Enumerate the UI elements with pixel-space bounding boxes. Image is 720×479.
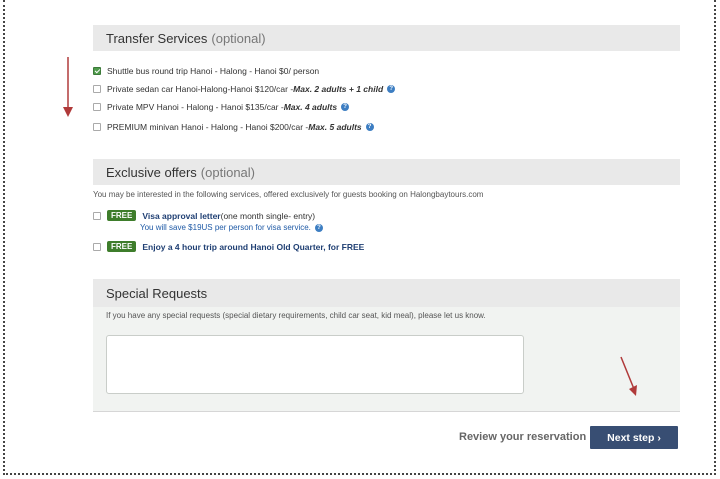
checkbox-premium[interactable] [93,123,101,131]
transfer-option-premium[interactable]: PREMIUM minivan Hanoi - Halong - Hanoi $… [93,122,374,132]
checkbox-shuttle[interactable] [93,67,101,75]
divider [93,411,680,412]
visa-save: You will save $19US per person for visa … [140,223,311,232]
offers-note: You may be interested in the following s… [93,190,484,199]
transfer-option-shuttle[interactable]: Shuttle bus round trip Hanoi - Halong - … [93,66,319,76]
option-label: PREMIUM minivan Hanoi - Halong - Hanoi $… [107,122,309,132]
help-icon[interactable]: ? [341,103,350,111]
option-label: Private MPV Hanoi - Halong - Hanoi $135/… [107,102,284,112]
transfer-option-sedan[interactable]: Private sedan car Hanoi-Halong-Hanoi $12… [93,84,396,94]
special-note: If you have any special requests (specia… [106,311,486,320]
help-icon[interactable]: ? [387,85,396,93]
transfer-title: Transfer Services [106,30,208,46]
free-badge: FREE [107,241,137,252]
checkbox-tour[interactable] [93,242,101,251]
option-label: Shuttle bus round trip Hanoi - Halong - … [107,66,320,76]
checkbox-sedan[interactable] [93,85,101,93]
offer-tour[interactable]: FREE Enjoy a 4 hour trip around Hanoi Ol… [93,241,364,252]
next-step-button[interactable]: Next step › [590,426,678,449]
offer-visa[interactable]: FREE Visa approval letter (one month sin… [93,210,315,221]
transfer-option-mpv[interactable]: Private MPV Hanoi - Halong - Hanoi $135/… [93,102,350,112]
special-title: Special Requests [106,285,208,301]
visa-detail: (one month single- entry) [220,210,316,221]
visa-save-line: You will save $19US per person for visa … [140,223,323,232]
help-icon[interactable]: ? [314,223,323,232]
offers-optional: (optional) [200,164,255,180]
transfer-optional: (optional) [211,30,266,46]
review-reservation-link[interactable]: Review your reservation [459,431,586,443]
special-requests-textarea[interactable] [106,335,524,394]
checkbox-mpv[interactable] [93,103,101,111]
free-badge: FREE [107,210,137,221]
checkbox-visa[interactable] [93,211,101,220]
offers-section-header: Exclusive offers (optional) [93,159,680,185]
option-note: Max. 2 adults + 1 child [293,84,384,94]
option-label: Private sedan car Hanoi-Halong-Hanoi $12… [107,84,294,94]
tour-label: Enjoy a 4 hour trip around Hanoi Old Qua… [142,241,365,252]
visa-title: Visa approval letter [142,210,221,221]
option-note: Max. 5 adults [308,122,362,132]
help-icon[interactable]: ? [365,123,374,131]
special-section-header: Special Requests [93,279,680,307]
offers-title: Exclusive offers [106,164,197,180]
option-note: Max. 4 adults [283,102,338,112]
transfer-section-header: Transfer Services (optional) [93,25,680,51]
annotation-arrow-left [63,57,73,117]
annotation-arrow-right [620,356,637,396]
